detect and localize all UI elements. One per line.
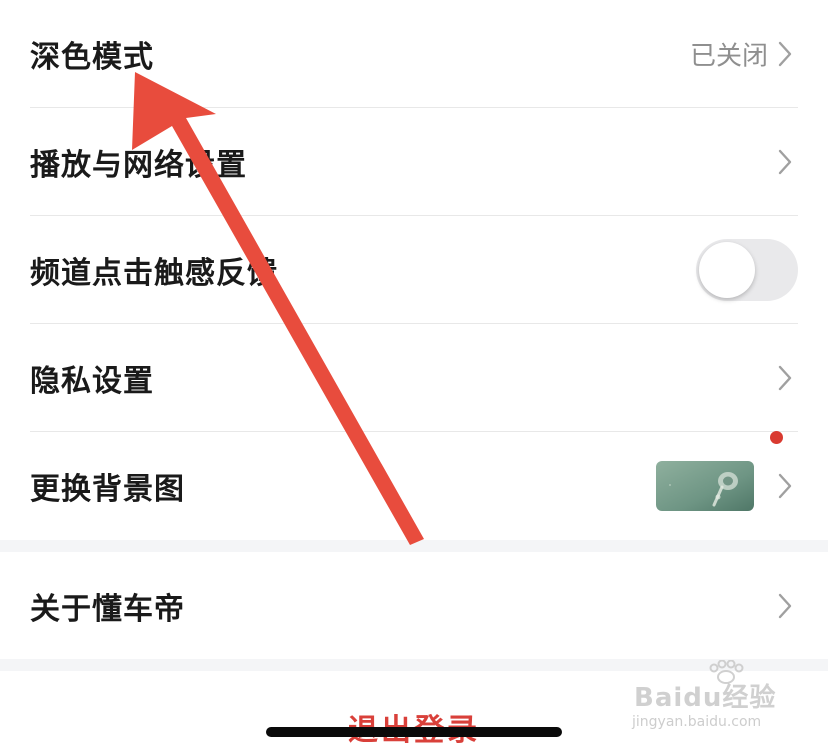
watermark-brand: Baidu经验 <box>634 683 777 713</box>
home-indicator <box>266 727 562 737</box>
red-arrow-annotation <box>132 72 424 545</box>
watermark-url: jingyan.baidu.com <box>632 714 762 730</box>
baidu-jingyan-watermark: Baidu经验 jingyan.baidu.com <box>632 660 802 740</box>
